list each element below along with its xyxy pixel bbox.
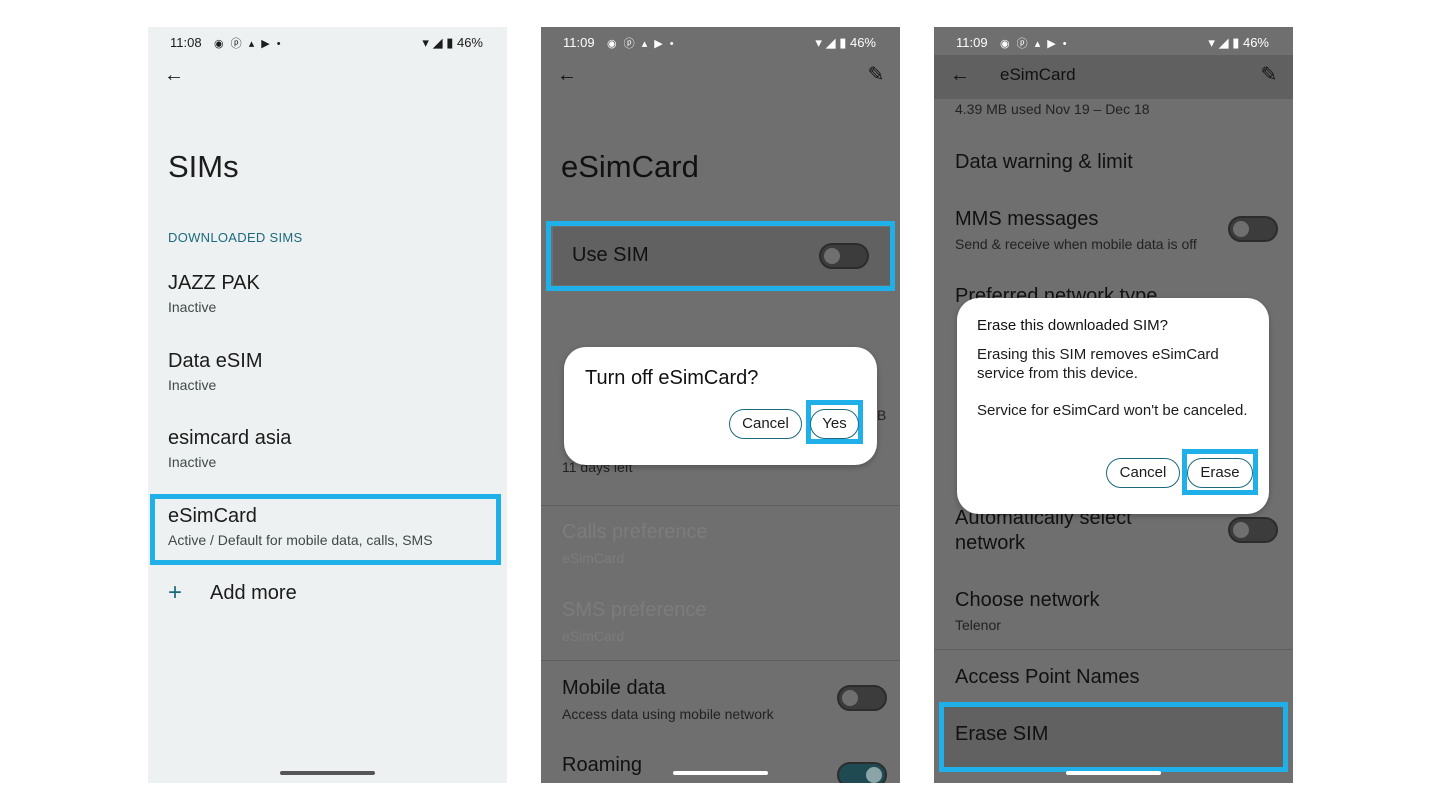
sim-item-jazz[interactable]: JAZZ PAK Inactive [168, 272, 260, 315]
battery-icon: ▮ [446, 35, 454, 50]
section-header: DOWNLOADED SIMS [168, 230, 303, 245]
turn-off-dialog: Turn off eSimCard? Cancel Yes [564, 347, 877, 465]
wifi-icon: ▾ [1208, 35, 1215, 50]
arrow-back-icon[interactable]: ← [162, 63, 186, 87]
calls-preference-value: eSimCard [562, 550, 625, 566]
status-bar: 11:08 ◉ ⓟ ▴ ▶ • ▾ ◢ ▮ 46% [148, 31, 507, 55]
sim-status: Inactive [168, 454, 217, 470]
roaming-toggle[interactable] [837, 762, 887, 783]
divider [541, 505, 900, 506]
sim-item-esimcard-asia[interactable]: esimcard asia Inactive [168, 427, 291, 470]
arrow-back-icon[interactable]: ← [555, 63, 579, 87]
page-title: eSimCard [561, 149, 699, 184]
battery-percent: 46% [1242, 35, 1269, 50]
status-right: ▾ ◢ ▮ 46% [422, 35, 483, 51]
data-usage-text: 4.39 MB used Nov 19 – Dec 18 [955, 101, 1150, 117]
auto-select-title-2: network [955, 532, 1026, 554]
status-bar: 11:09 ◉ ⓟ ▴ ▶ • ▾ ◢ ▮ 46% [541, 31, 900, 55]
sim-item-esimcard[interactable]: eSimCard Active / Default for mobile dat… [168, 505, 433, 548]
battery-percent: 46% [849, 35, 876, 50]
auto-select-toggle[interactable] [1228, 517, 1278, 543]
sim-name: eSimCard [168, 505, 257, 527]
pencil-icon[interactable]: ✎ [1257, 63, 1281, 87]
status-time: 11:09 [563, 35, 595, 50]
home-indicator[interactable] [673, 771, 768, 775]
choose-network-title[interactable]: Choose network [955, 589, 1100, 612]
esimcard-settings-screen: 11:09 ◉ ⓟ ▴ ▶ • ▾ ◢ ▮ 46% ← ✎ eSimCard U… [541, 27, 900, 783]
home-indicator[interactable] [280, 771, 375, 775]
arrow-back-icon[interactable]: ← [948, 63, 972, 87]
dialog-body-2: Service for eSimCard won't be canceled. [977, 402, 1248, 419]
use-sim-label: Use SIM [572, 244, 649, 266]
sms-preference-value: eSimCard [562, 628, 625, 644]
mobile-data-title: Mobile data [562, 677, 666, 699]
sims-screen: 11:08 ◉ ⓟ ▴ ▶ • ▾ ◢ ▮ 46% ← SIMs DOWNLOA… [148, 27, 507, 783]
status-time: 11:09 [956, 35, 988, 50]
use-sim-toggle[interactable] [819, 243, 869, 269]
dialog-title: Erase this downloaded SIM? [977, 317, 1168, 334]
erase-button[interactable]: Erase [1187, 458, 1253, 488]
wifi-icon: ▾ [422, 35, 429, 50]
sim-name: Data eSIM [168, 350, 263, 372]
erase-sim: Erase SIM [955, 723, 1049, 745]
signal-icon: ◢ [825, 35, 836, 50]
wifi-icon: ▾ [815, 35, 822, 50]
calls-preference-title: Calls preference [562, 521, 708, 543]
data-warning-limit[interactable]: Data warning & limit [955, 151, 1133, 174]
dialog-title: Turn off eSimCard? [585, 367, 759, 389]
notification-icons: ◉ ⓟ ▴ ▶ • [214, 38, 283, 50]
battery-icon: ▮ [839, 35, 847, 50]
erase-sim-dialog: Erase this downloaded SIM? Erasing this … [957, 298, 1269, 514]
signal-icon: ◢ [432, 35, 443, 50]
page-title: SIMs [168, 149, 239, 184]
battery-percent: 46% [456, 35, 483, 50]
pencil-icon[interactable]: ✎ [864, 63, 888, 87]
add-icon[interactable]: + [168, 579, 182, 607]
cancel-button[interactable]: Cancel [729, 409, 802, 439]
sim-name: JAZZ PAK [168, 272, 260, 294]
mms-sub: Send & receive when mobile data is off [955, 236, 1197, 252]
sms-preference-title: SMS preference [562, 599, 707, 621]
signal-icon: ◢ [1218, 35, 1229, 50]
add-more-button[interactable]: Add more [210, 582, 297, 605]
sim-status: Inactive [168, 299, 217, 315]
yes-button[interactable]: Yes [810, 409, 859, 439]
divider [934, 649, 1293, 650]
home-indicator[interactable] [1066, 771, 1161, 775]
sim-item-data-esim[interactable]: Data eSIM Inactive [168, 350, 262, 393]
notification-icons: ◉ ⓟ ▴ ▶ • [607, 38, 676, 50]
mms-toggle[interactable] [1228, 216, 1278, 242]
sim-status: Active / Default for mobile data, calls,… [168, 532, 433, 548]
access-point-names[interactable]: Access Point Names [955, 666, 1140, 689]
status-right: ▾ ◢ ▮ 46% [815, 35, 876, 51]
divider [541, 660, 900, 661]
mobile-data-toggle[interactable] [837, 685, 887, 711]
cancel-button[interactable]: Cancel [1106, 458, 1180, 488]
appbar-title: eSimCard [1000, 65, 1076, 84]
sim-status: Inactive [168, 377, 217, 393]
partial-text: B [877, 407, 887, 423]
mms-title: MMS messages [955, 208, 1099, 230]
mobile-data-sub: Access data using mobile network [562, 706, 774, 722]
esimcard-advanced-screen: 11:09 ◉ ⓟ ▴ ▶ • ▾ ◢ ▮ 46% ← eSimCard ✎ 4… [934, 27, 1293, 783]
status-bar: 11:09 ◉ ⓟ ▴ ▶ • ▾ ◢ ▮ 46% [934, 31, 1293, 55]
battery-icon: ▮ [1232, 35, 1240, 50]
status-right: ▾ ◢ ▮ 46% [1208, 35, 1269, 51]
roaming-title: Roaming [562, 754, 643, 776]
app-bar [934, 55, 1293, 99]
sim-name: esimcard asia [168, 427, 292, 449]
dialog-body-1: Erasing this SIM removes eSimCard servic… [977, 346, 1219, 382]
notification-icons: ◉ ⓟ ▴ ▶ • [1000, 38, 1069, 50]
status-time: 11:08 [170, 35, 202, 50]
choose-network-sub: Telenor [955, 617, 1001, 633]
